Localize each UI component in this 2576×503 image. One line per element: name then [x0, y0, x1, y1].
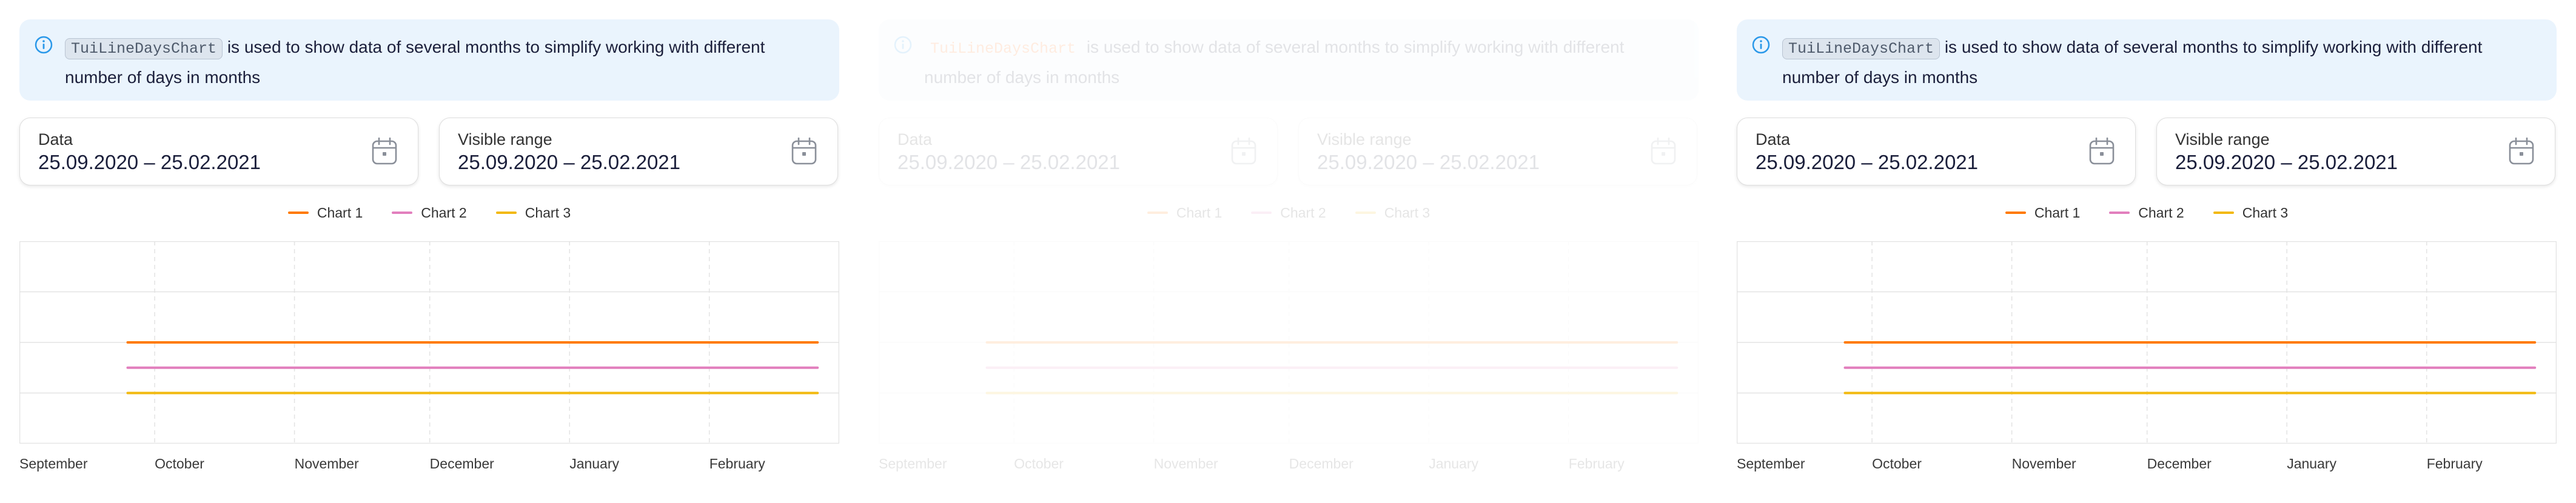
calendar-icon[interactable] [791, 138, 817, 165]
legend-label: Chart 2 [1280, 204, 1326, 221]
legend-swatch [495, 212, 517, 214]
line-days-chart [879, 241, 1699, 444]
data-field-label: Data [897, 130, 933, 148]
legend-swatch [392, 212, 413, 214]
x-tick-label-february: February [1568, 456, 1625, 471]
legend-item-chart-3: Chart 3 [495, 204, 571, 222]
legend-item-chart-2: Chart 2 [2109, 204, 2184, 222]
legend-label: Chart 2 [421, 204, 467, 221]
data-field-label: Data [38, 130, 73, 148]
legend-swatch [287, 212, 309, 214]
data-field-label: Data [1756, 130, 1791, 148]
legend-item-chart-1: Chart 1 [1147, 204, 1222, 222]
visible-range-input[interactable]: Visible range 25.09.2020 – 25.02.2021 [1298, 118, 1697, 185]
notice-text: TuiLineDaysChart is used to show data of… [1782, 33, 2528, 92]
x-tick-label-october: October [1014, 456, 1064, 471]
legend-label: Chart 2 [2138, 204, 2184, 221]
legend-item-chart-1: Chart 1 [2005, 204, 2080, 222]
legend-label: Chart 1 [1176, 204, 1223, 221]
chart-legend: Chart 1 Chart 2 Chart 3 [19, 204, 839, 222]
visible-range-value[interactable]: 25.09.2020 – 25.02.2021 [458, 151, 680, 174]
legend-item-chart-1: Chart 1 [287, 204, 363, 222]
visible-range-input[interactable]: Visible range 25.09.2020 – 25.02.2021 [439, 118, 838, 185]
visible-range-label: Visible range [2175, 130, 2270, 148]
legend-item-chart-2: Chart 2 [1251, 204, 1326, 222]
visible-range-value[interactable]: 25.09.2020 – 25.02.2021 [2175, 151, 2398, 174]
x-tick-label-december: December [429, 456, 494, 471]
x-tick-label-november: November [294, 456, 359, 471]
calendar-icon[interactable] [2089, 138, 2115, 165]
data-date-range-input[interactable]: Data 25.09.2020 – 25.02.2021 [1737, 118, 2136, 185]
x-tick-label-september: September [1737, 456, 1805, 471]
calendar-icon[interactable] [1231, 138, 1256, 165]
x-tick-label-february: February [709, 456, 765, 471]
calendar-icon[interactable] [372, 138, 397, 165]
legend-swatch [1355, 212, 1376, 214]
x-tick-label-september: September [19, 456, 88, 471]
x-tick-label-november: November [2011, 456, 2076, 471]
info-notification: TuiLineDaysChart is used to show data of… [879, 19, 1699, 101]
legend-swatch [2005, 212, 2026, 214]
notice-text: TuiLineDaysChart is used to show data of… [65, 33, 811, 92]
data-field-value[interactable]: 25.09.2020 – 25.02.2021 [1756, 151, 1978, 174]
x-tick-label-october: October [155, 456, 204, 471]
x-axis-labels: September October November December January F… [1737, 456, 2557, 474]
legend-item-chart-2: Chart 2 [392, 204, 467, 222]
data-field-value[interactable]: 25.09.2020 – 25.02.2021 [38, 151, 261, 174]
legend-swatch [2109, 212, 2130, 214]
data-date-range-input[interactable]: Data 25.09.2020 – 25.02.2021 [19, 118, 418, 185]
chart-legend: Chart 1 Chart 2 Chart 3 [879, 204, 1699, 222]
legend-item-chart-3: Chart 3 [1355, 204, 1430, 222]
legend-label: Chart 1 [2034, 204, 2081, 221]
legend-item-chart-3: Chart 3 [2213, 204, 2288, 222]
x-tick-label-november: November [1153, 456, 1218, 471]
info-notification: TuiLineDaysChart is used to show data of… [19, 19, 839, 101]
example-panel-2-disabled: TuiLineDaysChart is used to show data of… [879, 0, 1718, 503]
legend-swatch [1251, 212, 1272, 214]
x-tick-label-february: February [2426, 456, 2483, 471]
calendar-icon[interactable] [2509, 138, 2534, 165]
x-tick-label-december: December [1289, 456, 1353, 471]
info-icon [1752, 36, 1770, 54]
x-tick-label-december: December [2147, 456, 2212, 471]
component-code-tag: TuiLineDaysChart [1782, 38, 1940, 59]
x-axis-labels: September October November December January F… [19, 456, 839, 474]
info-icon [35, 36, 53, 54]
x-tick-label-january: January [2287, 456, 2337, 471]
component-code-tag: TuiLineDaysChart [65, 38, 223, 59]
x-tick-label-october: October [1872, 456, 1922, 471]
visible-range-label: Visible range [1317, 130, 1412, 148]
x-tick-label-september: September [879, 456, 947, 471]
info-icon [894, 36, 912, 54]
legend-label: Chart 3 [1384, 204, 1431, 221]
data-field-value[interactable]: 25.09.2020 – 25.02.2021 [897, 151, 1120, 174]
x-tick-label-january: January [1429, 456, 1479, 471]
visible-range-input[interactable]: Visible range 25.09.2020 – 25.02.2021 [2156, 118, 2555, 185]
line-days-chart [1737, 241, 2557, 444]
example-panel-1: TuiLineDaysChart is used to show data of… [19, 0, 859, 503]
data-date-range-input[interactable]: Data 25.09.2020 – 25.02.2021 [879, 118, 1278, 185]
legend-label: Chart 1 [317, 204, 363, 221]
legend-label: Chart 3 [525, 204, 571, 221]
x-tick-label-january: January [569, 456, 620, 471]
visible-range-label: Visible range [458, 130, 552, 148]
calendar-icon[interactable] [1651, 138, 1676, 165]
info-notification: TuiLineDaysChart is used to show data of… [1737, 19, 2557, 101]
component-code-tag: TuiLineDaysChart [930, 40, 1076, 58]
visible-range-value[interactable]: 25.09.2020 – 25.02.2021 [1317, 151, 1540, 174]
notice-text: TuiLineDaysChart is used to show data of… [924, 33, 1670, 92]
example-panel-3: TuiLineDaysChart is used to show data of… [1737, 0, 2576, 503]
line-days-chart [19, 241, 839, 444]
legend-swatch [1147, 212, 1168, 214]
legend-label: Chart 3 [2242, 204, 2289, 221]
chart-legend: Chart 1 Chart 2 Chart 3 [1737, 204, 2557, 222]
x-axis-labels: September October November December January F… [879, 456, 1699, 474]
legend-swatch [2213, 212, 2234, 214]
